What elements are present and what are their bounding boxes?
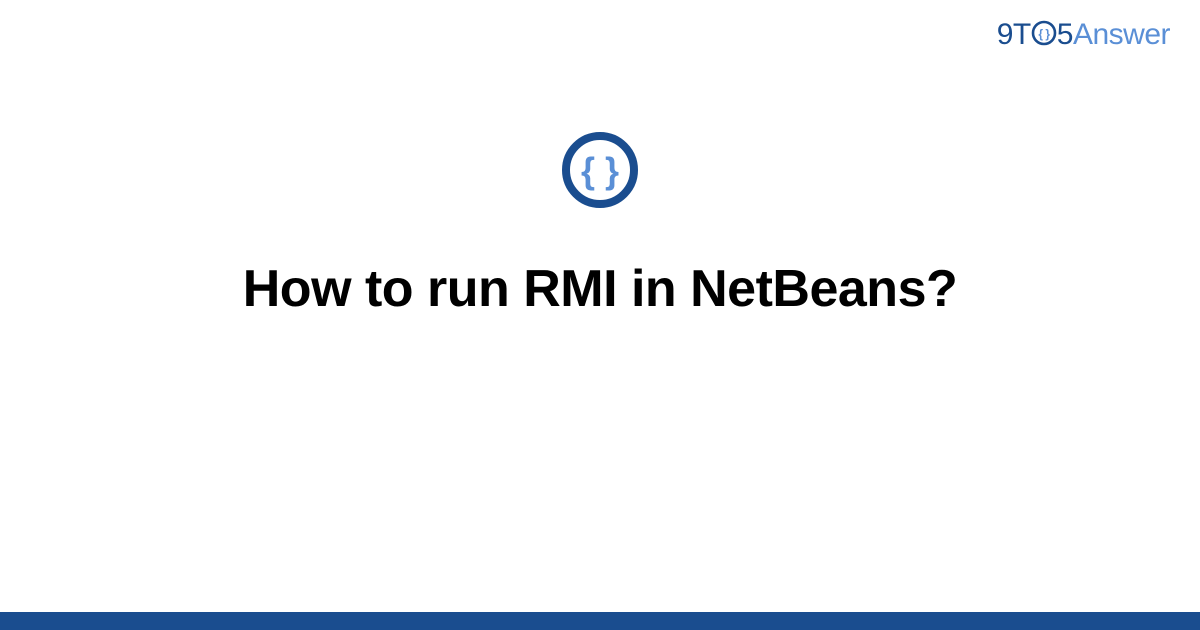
- site-header: 9T { } 5Answer: [997, 18, 1170, 52]
- code-braces-icon: { }: [560, 130, 640, 210]
- question-title: How to run RMI in NetBeans?: [243, 258, 958, 320]
- logo-text-answer: Answer: [1073, 18, 1170, 51]
- logo-text-9t: 9T: [997, 18, 1031, 51]
- logo-text-5: 5: [1057, 18, 1073, 51]
- footer-accent-bar: [0, 612, 1200, 630]
- main-content: { } How to run RMI in NetBeans?: [0, 130, 1200, 320]
- logo-o-icon: { }: [1031, 20, 1057, 46]
- site-logo[interactable]: 9T { } 5Answer: [997, 18, 1170, 52]
- svg-text:{ }: { }: [581, 150, 619, 191]
- svg-text:{ }: { }: [1038, 27, 1050, 41]
